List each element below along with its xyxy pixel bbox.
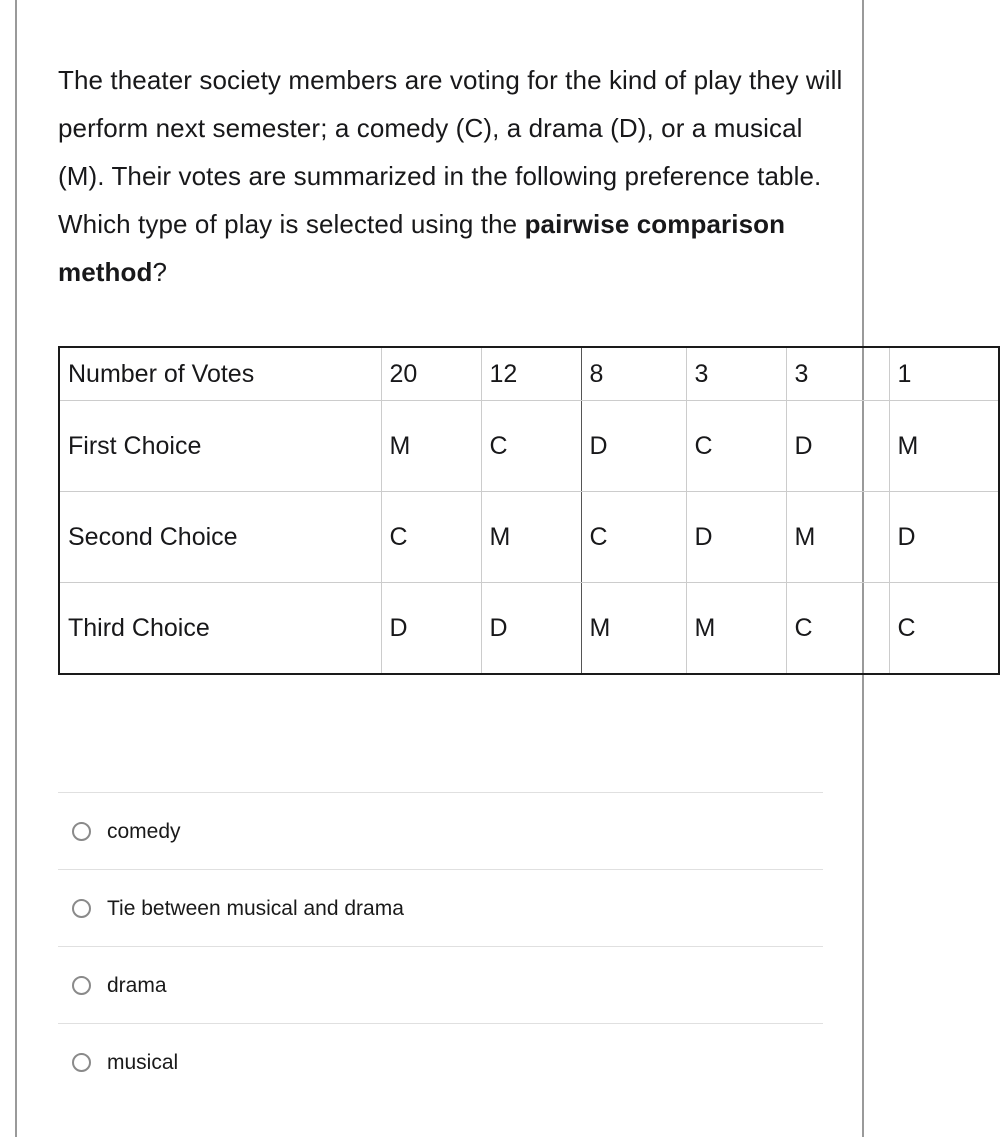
option-label: musical [107, 1050, 179, 1074]
table-cell: D [786, 400, 890, 492]
table-cell: D [581, 400, 687, 492]
option-label: comedy [107, 819, 181, 843]
table-cell: C [686, 400, 787, 492]
table-cell: D [889, 491, 999, 583]
prompt-text-part-2: ? [152, 257, 168, 287]
radio-button-icon[interactable] [72, 821, 91, 841]
option-label: drama [107, 973, 167, 997]
table-cell: D [481, 582, 582, 674]
question-prompt: The theater society members are voting f… [58, 56, 848, 296]
preference-table: Number of Votes 20 12 8 3 3 1 First Choi… [58, 346, 1000, 675]
table-cell: M [686, 582, 787, 674]
table-cell: 8 [581, 347, 687, 401]
row-label: Second Choice [59, 491, 382, 583]
row-label: First Choice [59, 400, 382, 492]
table-cell: C [381, 491, 482, 583]
answer-options: comedy Tie between musical and drama dra… [58, 792, 823, 1100]
radio-button-icon[interactable] [72, 1052, 91, 1072]
radio-button-icon[interactable] [72, 975, 91, 995]
table-cell: 12 [481, 347, 582, 401]
table-cell: M [381, 400, 482, 492]
option-label: Tie between musical and drama [107, 896, 404, 920]
table-cell: 20 [381, 347, 482, 401]
table-row: First Choice M C D C D M [59, 400, 999, 492]
option-drama[interactable]: drama [58, 946, 823, 1023]
table-row: Second Choice C M C D M D [59, 491, 999, 583]
table-cell: D [381, 582, 482, 674]
table-row: Number of Votes 20 12 8 3 3 1 [59, 347, 999, 401]
table-cell: 1 [889, 347, 999, 401]
option-musical[interactable]: musical [58, 1023, 823, 1100]
table-cell: 3 [686, 347, 787, 401]
option-tie-between-musical-and-drama[interactable]: Tie between musical and drama [58, 869, 823, 946]
radio-button-icon[interactable] [72, 898, 91, 918]
table-cell: C [897, 613, 916, 642]
page-divider-left [15, 0, 17, 1137]
table-cell: M [581, 582, 687, 674]
option-comedy[interactable]: comedy [58, 792, 823, 869]
table-cell: M [786, 491, 890, 583]
table-cell: M [481, 491, 582, 583]
table-cell: D [686, 491, 787, 583]
table-cell: M [889, 400, 999, 492]
row-label: Third Choice [59, 582, 382, 674]
table-cell: C [786, 582, 890, 674]
table-cell: C [481, 400, 582, 492]
table-row: Third Choice D D M M C C [59, 582, 999, 674]
table-cell: C [581, 491, 687, 583]
row-label: Number of Votes [59, 347, 382, 401]
table-cell: 3 [786, 347, 890, 401]
